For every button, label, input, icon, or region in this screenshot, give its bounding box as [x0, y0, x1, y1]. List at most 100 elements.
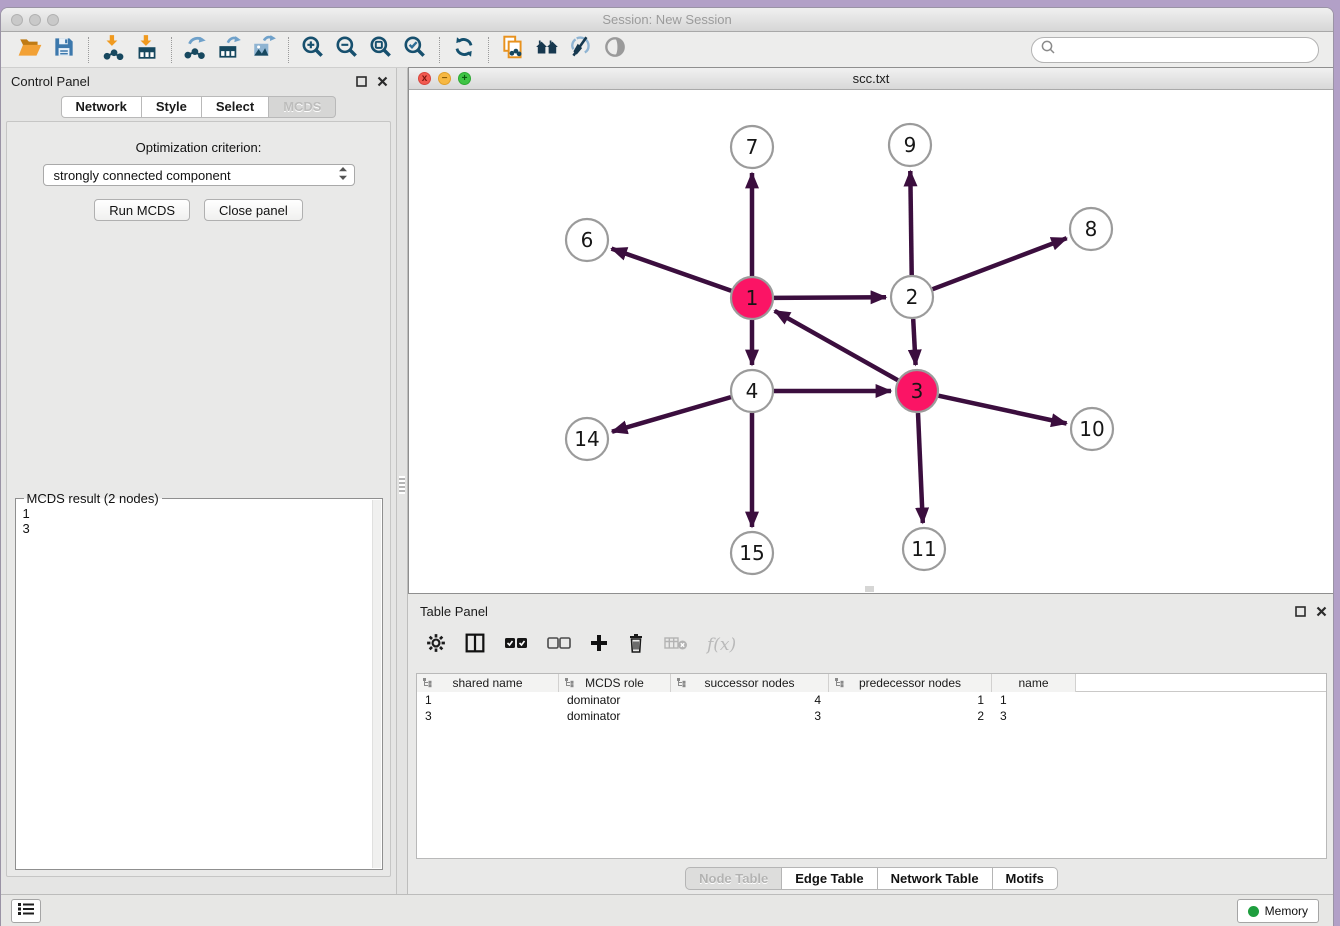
birds-eye-button[interactable] [598, 35, 632, 65]
run-mcds-button[interactable]: Run MCDS [94, 199, 190, 221]
search-box[interactable] [1031, 37, 1319, 63]
clone-network-icon [500, 34, 526, 65]
add-column-button[interactable] [590, 634, 608, 657]
open-session-button[interactable] [13, 35, 47, 65]
node-table-header: shared nameMCDS rolesuccessor nodes prede… [417, 674, 1326, 692]
export-image-button[interactable] [247, 35, 281, 65]
table-cell[interactable]: 1 [992, 692, 1076, 708]
table-cell[interactable]: dominator [559, 692, 671, 708]
tab-network-table[interactable]: Network Table [878, 867, 993, 890]
app-window: Session: New Session [0, 7, 1334, 926]
table-cell[interactable]: 4 [671, 692, 829, 708]
zoom-out-button[interactable] [330, 35, 364, 65]
table-cell[interactable]: 1 [829, 692, 992, 708]
import-table-icon [134, 34, 160, 65]
graph-edge-1-6[interactable] [612, 249, 732, 291]
column-header-predecessor-nodes[interactable]: predecessor nodes [829, 674, 992, 692]
graph-node-label: 1 [746, 286, 759, 310]
table-cell[interactable]: 3 [671, 708, 829, 724]
table-panel-tabs: Node TableEdge TableNetwork TableMotifs [408, 867, 1334, 890]
tab-style[interactable]: Style [142, 96, 202, 118]
graph-edge-3-10[interactable] [939, 396, 1067, 424]
node-table: shared nameMCDS rolesuccessor nodes prede… [416, 673, 1327, 859]
float-panel-icon[interactable] [1295, 604, 1306, 622]
tab-motifs[interactable]: Motifs [993, 867, 1058, 890]
graph-node-label: 14 [574, 427, 599, 451]
close-panel-icon[interactable] [377, 74, 388, 92]
result-scrollbar[interactable] [372, 500, 381, 868]
export-table-button[interactable] [213, 35, 247, 65]
splitter-grip[interactable] [399, 476, 405, 494]
tab-mcds[interactable]: MCDS [269, 96, 336, 118]
zoom-selected-button[interactable] [398, 35, 432, 65]
tab-edge-table[interactable]: Edge Table [782, 867, 877, 890]
fx-icon: f(x) [707, 635, 736, 655]
table-cell[interactable]: 3 [417, 708, 559, 724]
delete-column-button[interactable] [627, 633, 645, 658]
graph-node-label: 4 [746, 379, 759, 403]
graph-node-label: 6 [581, 228, 594, 252]
tab-node-table[interactable]: Node Table [685, 867, 782, 890]
graph-edge-2-3[interactable] [913, 319, 915, 365]
function-builder-button[interactable]: f(x) [707, 635, 736, 655]
graph-edge-1-2[interactable] [774, 297, 886, 298]
delete-table-button[interactable] [664, 635, 688, 656]
table-panel-title: Table Panel [420, 604, 488, 619]
refresh-icon [451, 34, 477, 65]
gear-icon [426, 633, 446, 658]
refresh-button[interactable] [447, 35, 481, 65]
network-view-window: x − + scc.txt 1234678910111415 [408, 67, 1334, 594]
criterion-select[interactable]: strongly connected component [43, 164, 355, 186]
table-cell[interactable]: dominator [559, 708, 671, 724]
deselect-all-button[interactable] [547, 636, 571, 655]
table-row[interactable]: 1dominator411 [417, 692, 1326, 708]
table-cell[interactable]: 1 [417, 692, 559, 708]
table-cell[interactable]: 2 [829, 708, 992, 724]
save-session-button[interactable] [47, 35, 81, 65]
table-toolbar: f(x) [426, 624, 736, 666]
select-all-button[interactable] [504, 636, 528, 655]
tab-network[interactable]: Network [61, 96, 142, 118]
mcds-result-text[interactable]: 1 3 [17, 502, 370, 868]
zoom-fit-button[interactable] [364, 35, 398, 65]
list-icon [17, 901, 35, 922]
column-header-label: name [1018, 676, 1048, 690]
graph-node-label: 10 [1079, 417, 1104, 441]
table-settings-button[interactable] [426, 633, 446, 658]
close-panel-icon[interactable] [1316, 604, 1327, 622]
panel-splitter[interactable] [396, 68, 408, 894]
toolbar-separator [288, 37, 289, 63]
network-window-titlebar[interactable]: x − + scc.txt [409, 68, 1333, 90]
table-cell[interactable]: 3 [992, 708, 1076, 724]
graph-edge-3-11[interactable] [918, 413, 923, 523]
export-network-button[interactable] [179, 35, 213, 65]
memory-button[interactable]: Memory [1237, 899, 1319, 923]
column-header-name[interactable]: name [992, 674, 1076, 692]
search-input[interactable] [1057, 40, 1310, 60]
graphics-details-button[interactable] [564, 35, 598, 65]
task-history-button[interactable] [11, 899, 41, 923]
graph-edge-2-9[interactable] [910, 171, 911, 275]
import-table-button[interactable] [130, 35, 164, 65]
clone-network-button[interactable] [496, 35, 530, 65]
first-neighbors-button[interactable] [530, 35, 564, 65]
column-header-successor-nodes[interactable]: successor nodes [671, 674, 829, 692]
graph-edge-3-1[interactable] [775, 311, 898, 380]
close-panel-button[interactable]: Close panel [204, 199, 303, 221]
graph-node-label: 15 [739, 541, 764, 565]
column-header-label: predecessor nodes [859, 676, 961, 690]
column-header-shared-name[interactable]: shared name [417, 674, 559, 692]
control-panel-tabs: NetworkStyleSelectMCDS [1, 96, 396, 118]
network-window-title: scc.txt [409, 71, 1333, 86]
split-panel-button[interactable] [465, 633, 485, 658]
network-resize-grip[interactable] [865, 586, 874, 592]
tab-select[interactable]: Select [202, 96, 269, 118]
column-header-MCDS-role[interactable]: MCDS role [559, 674, 671, 692]
graph-edge-2-8[interactable] [933, 238, 1067, 289]
graph-edge-4-14[interactable] [612, 397, 731, 432]
zoom-in-button[interactable] [296, 35, 330, 65]
table-row[interactable]: 3dominator323 [417, 708, 1326, 724]
float-panel-icon[interactable] [356, 74, 367, 92]
network-canvas[interactable]: 1234678910111415 [409, 90, 1333, 593]
import-network-button[interactable] [96, 35, 130, 65]
